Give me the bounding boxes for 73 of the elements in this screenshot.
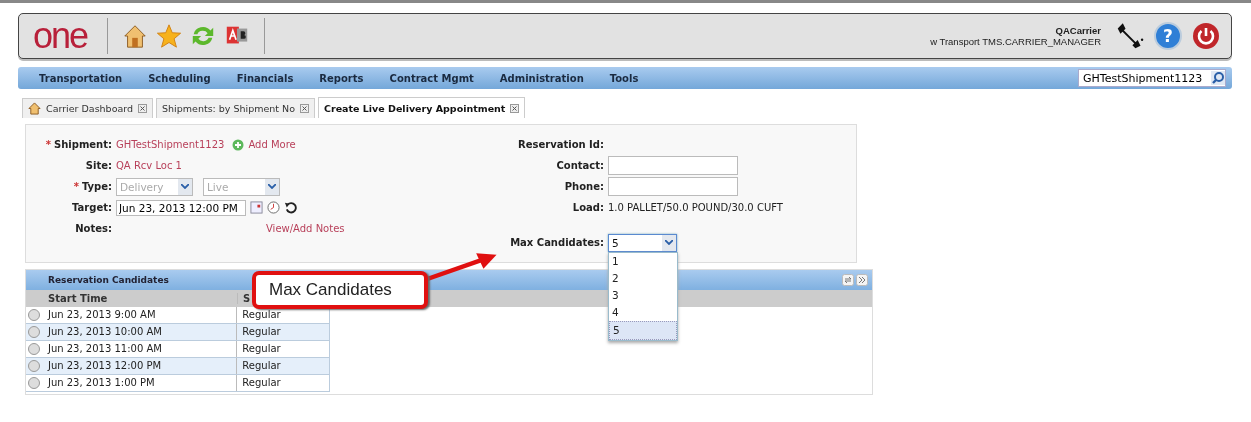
close-icon[interactable] xyxy=(138,104,148,113)
field-value: QA Rcv Loc 1 xyxy=(116,160,182,171)
menu-item[interactable]: Financials xyxy=(236,72,294,84)
field-label: Notes: xyxy=(74,223,112,234)
grid-title: Reservation Candidates xyxy=(48,275,169,285)
field-label: Site: xyxy=(84,160,112,171)
field-label: * Type: xyxy=(72,181,112,192)
house-icon[interactable] xyxy=(122,23,149,49)
table-cell-text: Regular xyxy=(241,359,282,373)
view-notes-link[interactable]: View/Add Notes xyxy=(266,223,345,234)
dropdown-option[interactable]: 3 xyxy=(609,286,677,304)
calendar-icon[interactable] xyxy=(250,201,263,214)
menu-item[interactable]: Administration xyxy=(499,72,584,84)
table-cell-text: Regular xyxy=(241,376,282,390)
radio-button[interactable] xyxy=(28,360,41,372)
field-label: Contact: xyxy=(555,160,604,171)
field-label: Target: xyxy=(71,202,112,213)
table-cell-text: Regular xyxy=(241,308,282,322)
close-icon[interactable] xyxy=(300,104,309,113)
dropdown-option[interactable]: 4 xyxy=(609,303,677,321)
radio-button[interactable] xyxy=(28,377,41,389)
shipment-link[interactable]: GHTestShipment1123 xyxy=(116,139,225,150)
tab[interactable]: Carrier Dashboard xyxy=(22,98,154,118)
input-field[interactable] xyxy=(608,156,738,175)
radio-button[interactable] xyxy=(28,326,41,338)
field-label: Max Candidates: xyxy=(509,237,604,248)
table-cell: Jun 23, 2013 10:00 AM xyxy=(42,324,238,340)
tab[interactable]: Shipments: by Shipment No xyxy=(156,98,315,118)
table-cell: Jun 23, 2013 12:00 PM xyxy=(42,358,238,374)
caret-icon xyxy=(268,184,276,189)
caret-icon xyxy=(181,184,189,189)
add-more-link[interactable]: Add More xyxy=(248,139,296,150)
radio-button[interactable] xyxy=(28,309,41,321)
close-icon[interactable] xyxy=(510,103,520,113)
menu-item[interactable]: Scheduling xyxy=(148,72,211,84)
field-label: Load: xyxy=(571,202,604,213)
caret-icon xyxy=(665,240,673,245)
user-role: w Transport TMS.CARRIER_MANAGER xyxy=(930,36,1101,47)
field-label: Reservation Id: xyxy=(517,139,604,150)
table-cell-text: Regular xyxy=(241,325,282,339)
tab[interactable]: Create Live Delivery Appointment xyxy=(318,97,526,118)
dropdown-option[interactable]: 5 xyxy=(609,320,677,340)
help-icon[interactable]: ? xyxy=(1153,21,1183,51)
menu-item[interactable]: Contract Mgmt xyxy=(389,72,474,84)
add-icon[interactable] xyxy=(232,138,245,151)
search-icon[interactable] xyxy=(1211,71,1225,85)
menu-item[interactable]: Transportation xyxy=(39,72,123,84)
dropdown-option[interactable]: 2 xyxy=(609,269,677,287)
search-field[interactable]: GHTestShipment1123 xyxy=(1078,69,1226,87)
power-icon[interactable] xyxy=(1191,21,1221,51)
menu-item[interactable]: Tools xyxy=(609,72,639,84)
house-icon xyxy=(28,102,41,115)
user-name: QACarrier xyxy=(1055,25,1101,36)
input-field[interactable] xyxy=(608,177,738,196)
reset-icon[interactable] xyxy=(284,201,297,214)
table-cell: Jun 23, 2013 9:00 AM xyxy=(42,307,238,323)
clock-icon[interactable] xyxy=(267,201,280,214)
field-value: 1.0 PALLET/50.0 POUND/30.0 CUFT xyxy=(608,202,783,213)
callout-tooltip: Max Candidates xyxy=(252,271,428,309)
field-label: Phone: xyxy=(563,181,604,192)
column-header[interactable]: Start Time xyxy=(43,293,238,304)
menu-item[interactable]: Reports xyxy=(319,72,364,84)
table-cell: Jun 23, 2013 11:00 AM xyxy=(42,341,238,357)
dropdown-option[interactable]: 1 xyxy=(609,252,677,270)
table-cell-text: Regular xyxy=(241,342,282,356)
table-cell: Jun 23, 2013 1:00 PM xyxy=(42,375,238,391)
logo[interactable]: one xyxy=(33,18,88,54)
star-icon[interactable] xyxy=(156,23,183,49)
radio-button[interactable] xyxy=(28,343,41,355)
expand-icon[interactable] xyxy=(856,274,868,286)
target-date-field[interactable]: Jun 23, 2013 12:00 PM xyxy=(116,199,246,216)
field-label: * Shipment: xyxy=(44,139,112,150)
refresh-icon[interactable] xyxy=(842,274,854,286)
